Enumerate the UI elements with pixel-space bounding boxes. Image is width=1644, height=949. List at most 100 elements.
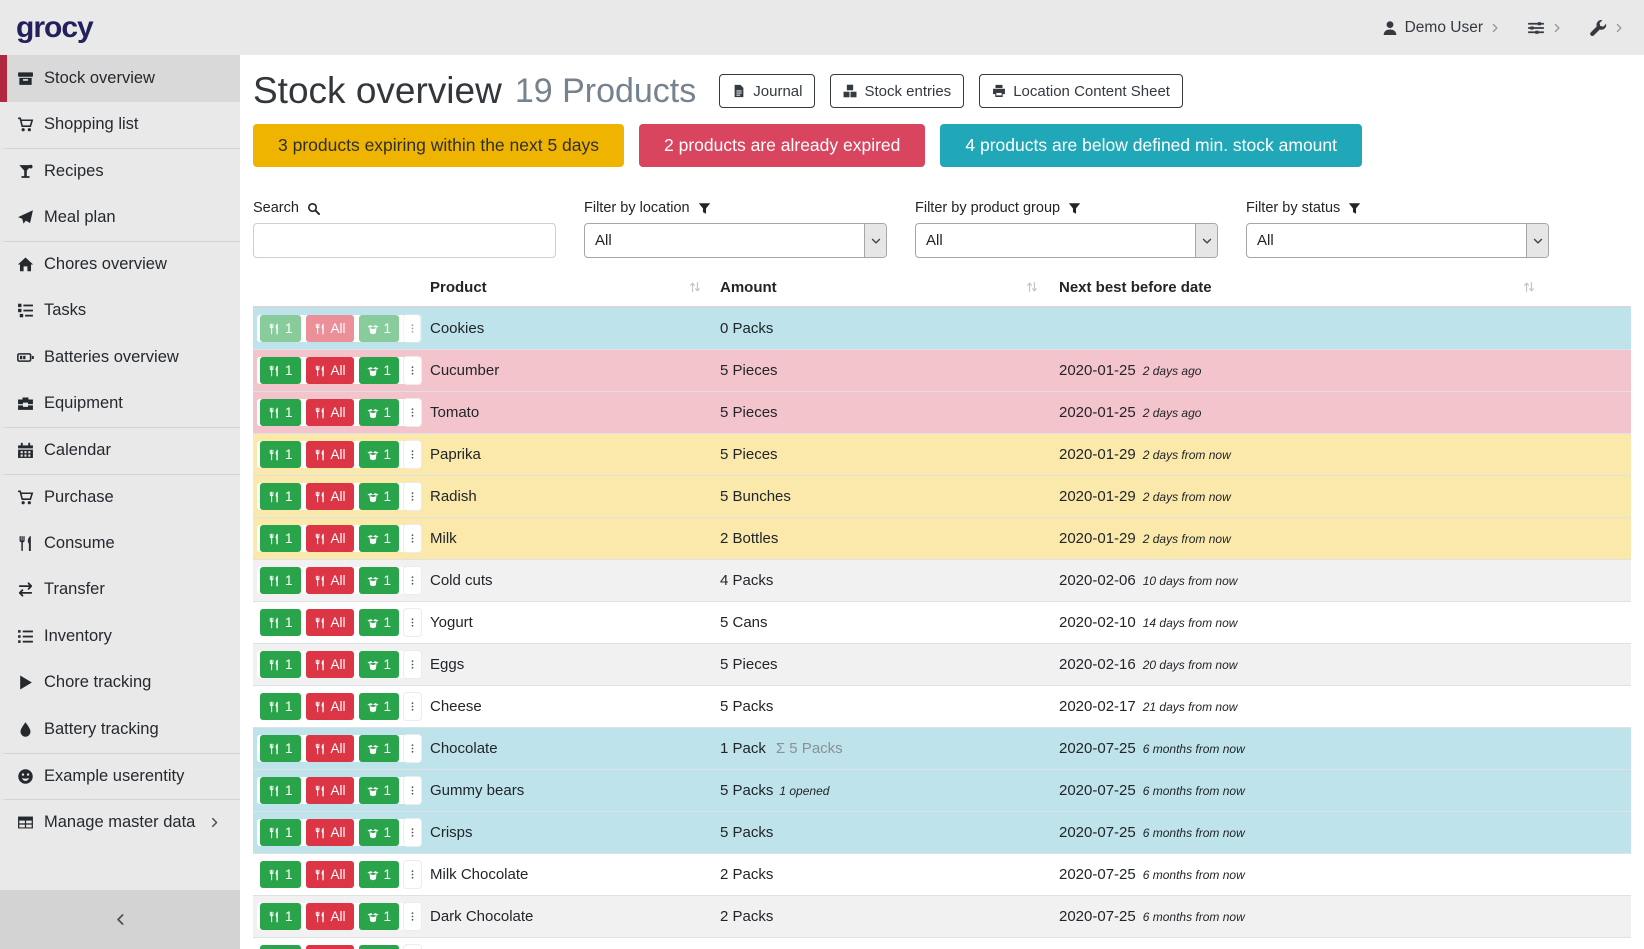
- settings-menu[interactable]: [1527, 19, 1562, 37]
- mark-opened-button[interactable]: 1: [359, 609, 400, 636]
- consume-all-button[interactable]: All: [306, 903, 354, 930]
- sidebar-item-meal-plan[interactable]: Meal plan: [0, 195, 240, 242]
- row-menu-button[interactable]: [404, 777, 421, 804]
- sidebar-item-chore-tracking[interactable]: Chore tracking: [0, 660, 240, 707]
- consume-one-button[interactable]: 1: [260, 861, 301, 888]
- row-menu-button[interactable]: [404, 357, 421, 384]
- sidebar-item-manage-master-data[interactable]: Manage master data: [0, 799, 240, 846]
- best-before-column-header[interactable]: Next best before date: [1049, 268, 1631, 306]
- consume-one-button[interactable]: 1: [260, 819, 301, 846]
- admin-menu[interactable]: [1589, 19, 1624, 37]
- sidebar-item-stock-overview[interactable]: Stock overview: [0, 55, 240, 102]
- row-menu-button[interactable]: [404, 399, 421, 426]
- consume-all-button[interactable]: All: [306, 567, 354, 594]
- consume-one-button[interactable]: 1: [260, 735, 301, 762]
- sidebar-item-example-userentity[interactable]: Example userentity: [0, 753, 240, 800]
- mark-opened-button[interactable]: 1: [359, 651, 400, 678]
- sidebar-item-equipment[interactable]: Equipment: [0, 381, 240, 428]
- mark-opened-button[interactable]: 1: [359, 357, 400, 384]
- mark-opened-button[interactable]: 1: [359, 777, 400, 804]
- sidebar-item-batteries-overview[interactable]: Batteries overview: [0, 334, 240, 381]
- row-menu-button[interactable]: [404, 651, 421, 678]
- consume-all-button[interactable]: All: [306, 399, 354, 426]
- consume-all-button[interactable]: All: [306, 861, 354, 888]
- mark-opened-button[interactable]: 1: [359, 315, 400, 342]
- row-menu-button[interactable]: [404, 441, 421, 468]
- consume-one-button[interactable]: 1: [260, 441, 301, 468]
- product-column-header[interactable]: Product: [422, 268, 712, 306]
- consume-all-button[interactable]: All: [306, 315, 354, 342]
- mark-opened-button[interactable]: 1: [359, 903, 400, 930]
- consume-one-button[interactable]: 1: [260, 399, 301, 426]
- sidebar-item-chores-overview[interactable]: Chores overview: [0, 241, 240, 288]
- row-menu-button[interactable]: [404, 693, 421, 720]
- row-menu-button[interactable]: [404, 819, 421, 846]
- row-menu-button[interactable]: [404, 315, 421, 342]
- mark-opened-button[interactable]: 1: [359, 483, 400, 510]
- location-content-sheet-button[interactable]: Location Content Sheet: [979, 74, 1183, 108]
- consume-one-button[interactable]: 1: [260, 777, 301, 804]
- consume-all-button[interactable]: All: [306, 693, 354, 720]
- consume-one-button[interactable]: 1: [260, 651, 301, 678]
- mark-opened-button[interactable]: 1: [359, 441, 400, 468]
- journal-button[interactable]: Journal: [719, 74, 815, 108]
- expired-banner[interactable]: 2 products are already expired: [639, 124, 925, 167]
- consume-all-button[interactable]: All: [306, 735, 354, 762]
- consume-one-button[interactable]: 1: [260, 315, 301, 342]
- consume-all-button[interactable]: All: [306, 609, 354, 636]
- row-menu-button[interactable]: [404, 735, 421, 762]
- consume-all-button[interactable]: All: [306, 777, 354, 804]
- sidebar-item-calendar[interactable]: Calendar: [0, 427, 240, 474]
- mark-opened-button[interactable]: 1: [359, 861, 400, 888]
- utensils-icon: [268, 575, 280, 587]
- mark-opened-button[interactable]: 1: [359, 693, 400, 720]
- consume-all-button[interactable]: All: [306, 819, 354, 846]
- consume-all-button[interactable]: All: [306, 525, 354, 552]
- row-menu-button[interactable]: [404, 609, 421, 636]
- consume-all-button[interactable]: All: [306, 357, 354, 384]
- consume-one-button[interactable]: 1: [260, 693, 301, 720]
- consume-all-button[interactable]: All: [306, 483, 354, 510]
- user-menu[interactable]: Demo User: [1382, 19, 1500, 37]
- consume-one-button[interactable]: 1: [260, 483, 301, 510]
- row-menu-button[interactable]: [404, 525, 421, 552]
- consume-one-button[interactable]: 1: [260, 903, 301, 930]
- sidebar-item-inventory[interactable]: Inventory: [0, 613, 240, 660]
- grocy-logo[interactable]: grocy: [16, 11, 93, 45]
- mark-opened-button[interactable]: 1: [359, 819, 400, 846]
- sidebar-item-tasks[interactable]: Tasks: [0, 288, 240, 335]
- amount-column-header[interactable]: Amount: [712, 268, 1049, 306]
- search-input[interactable]: [253, 223, 556, 258]
- sidebar-collapse-button[interactable]: [0, 890, 240, 949]
- row-menu-button[interactable]: [404, 903, 421, 930]
- sidebar-item-recipes[interactable]: Recipes: [0, 148, 240, 195]
- consume-one-button[interactable]: 1: [260, 567, 301, 594]
- mark-opened-button[interactable]: 1: [359, 525, 400, 552]
- row-menu-button[interactable]: [404, 861, 421, 888]
- consume-one-button[interactable]: 1: [260, 525, 301, 552]
- sidebar-item-battery-tracking[interactable]: Battery tracking: [0, 706, 240, 753]
- row-menu-button[interactable]: [404, 567, 421, 594]
- mark-opened-button[interactable]: 1: [359, 567, 400, 594]
- product-group-filter-select[interactable]: All: [915, 223, 1218, 258]
- sidebar-item-purchase[interactable]: Purchase: [0, 474, 240, 521]
- consume-one-button[interactable]: 1: [260, 945, 301, 949]
- sidebar-item-shopping-list[interactable]: Shopping list: [0, 102, 240, 149]
- location-filter-select[interactable]: All: [584, 223, 887, 258]
- below-min-stock-banner[interactable]: 4 products are below defined min. stock …: [940, 124, 1362, 167]
- mark-opened-button[interactable]: 1: [359, 735, 400, 762]
- row-menu-button[interactable]: [404, 483, 421, 510]
- consume-one-button[interactable]: 1: [260, 357, 301, 384]
- status-filter-select[interactable]: All: [1246, 223, 1549, 258]
- consume-one-button[interactable]: 1: [260, 609, 301, 636]
- sidebar-item-transfer[interactable]: Transfer: [0, 567, 240, 614]
- consume-all-button[interactable]: All: [306, 441, 354, 468]
- expiring-banner[interactable]: 3 products expiring within the next 5 da…: [253, 124, 624, 167]
- mark-opened-button[interactable]: 1: [359, 399, 400, 426]
- consume-all-button[interactable]: All: [306, 651, 354, 678]
- row-menu-button[interactable]: [404, 945, 421, 949]
- stock-entries-button[interactable]: Stock entries: [830, 74, 964, 108]
- consume-all-button[interactable]: All: [306, 945, 354, 949]
- sidebar-item-consume[interactable]: Consume: [0, 520, 240, 567]
- mark-opened-button[interactable]: 1: [359, 945, 400, 949]
